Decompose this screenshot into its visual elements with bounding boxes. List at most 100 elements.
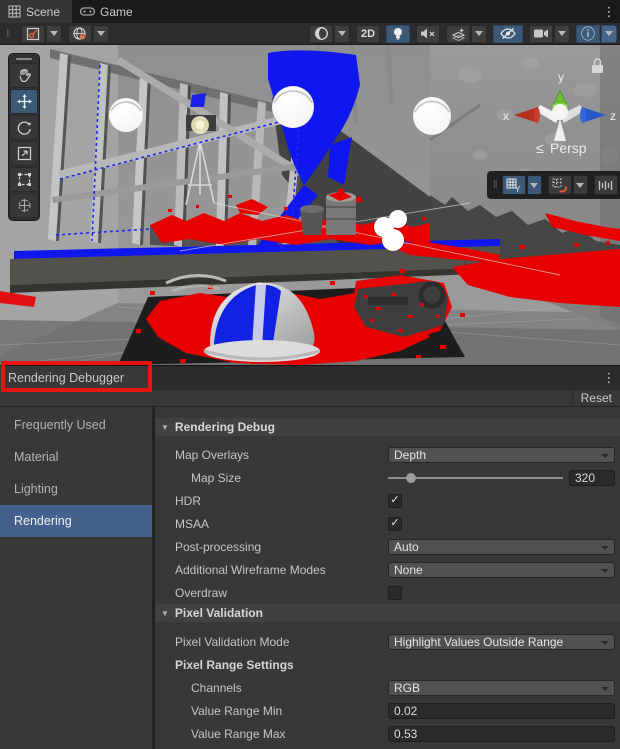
wireframe-modes-dropdown[interactable]: None <box>388 562 615 578</box>
snapbar-drag-handle[interactable]: ‖ <box>493 179 499 191</box>
reset-button[interactable]: Reset <box>572 390 620 407</box>
sidebar-item-material[interactable]: Material <box>0 441 152 473</box>
palette-drag-handle[interactable] <box>16 58 32 60</box>
axis-z-label: z <box>610 109 616 123</box>
world-globe-button[interactable] <box>68 25 92 43</box>
2d-toggle-button[interactable]: 2D <box>356 25 380 43</box>
rotate-tool-button[interactable] <box>10 115 38 140</box>
foldout-icon: ▼ <box>161 423 169 432</box>
hand-icon <box>17 68 32 83</box>
debugger-menu-button[interactable]: ⋮ <box>598 366 620 390</box>
row-value-range-min: Value Range Min 0.02 <box>155 699 620 722</box>
chevron-down-icon <box>475 31 483 36</box>
msaa-checkbox[interactable]: ✓ <box>388 517 402 531</box>
value-range-max-label: Value Range Max <box>155 727 388 741</box>
sidebar-item-lighting[interactable]: Lighting <box>0 473 152 505</box>
scale-icon <box>17 146 32 161</box>
transform-icon <box>17 198 32 213</box>
tab-game-label: Game <box>100 5 133 19</box>
axis-y-label: y <box>558 70 564 84</box>
audio-mute-toggle[interactable] <box>416 25 440 43</box>
camera-settings-dropdown[interactable] <box>554 25 570 43</box>
grid-visibility-dropdown[interactable] <box>527 175 542 195</box>
map-size-label: Map Size <box>155 471 388 485</box>
map-size-field[interactable]: 320 <box>569 470 615 486</box>
hdr-label: HDR <box>155 494 388 508</box>
pixel-validation-mode-label: Pixel Validation Mode <box>155 635 388 649</box>
hand-tool-button[interactable] <box>10 63 38 88</box>
rect-tool-button[interactable] <box>10 167 38 192</box>
map-overlays-dropdown[interactable]: Depth <box>388 447 615 463</box>
hdr-checkbox[interactable]: ✓ <box>388 494 402 508</box>
chevron-down-icon <box>601 546 609 550</box>
map-size-slider[interactable] <box>388 470 563 486</box>
effects-dropdown[interactable] <box>471 25 487 43</box>
view-tabbar: Scene Game ⋮ <box>0 0 620 23</box>
tab-game[interactable]: Game <box>72 0 145 23</box>
row-msaa: MSAA ✓ <box>155 512 620 535</box>
tab-scene[interactable]: Scene <box>0 0 72 23</box>
effects-toggle[interactable] <box>446 25 470 43</box>
persp-label[interactable]: Persp <box>550 140 587 156</box>
render-probe-button[interactable] <box>21 25 45 43</box>
chevron-down-icon <box>576 183 584 188</box>
overdraw-checkbox[interactable] <box>388 586 402 600</box>
value-range-min-label: Value Range Min <box>155 704 388 718</box>
gamepad-icon <box>80 6 95 17</box>
move-tool-button[interactable] <box>10 89 38 114</box>
scene-viewport[interactable]: y x z ≤ Persp <box>0 45 620 365</box>
snap-magnet-icon <box>552 178 567 193</box>
tool-palette <box>8 53 40 221</box>
axis-x-label: x <box>503 109 509 123</box>
transform-tool-button[interactable] <box>10 193 38 218</box>
grid-visibility-button[interactable]: Y <box>502 175 526 195</box>
row-wireframe-modes: Additional Wireframe Modes None <box>155 558 620 581</box>
rendering-debugger-tab[interactable]: Rendering Debugger <box>0 366 150 390</box>
scene-menu-button[interactable]: ⋮ <box>598 0 620 23</box>
sidebar-item-frequently-used[interactable]: Frequently Used <box>0 409 152 441</box>
snap-toggle-button[interactable] <box>548 175 572 195</box>
value-range-min-field[interactable]: 0.02 <box>388 703 615 719</box>
chevron-down-icon <box>50 31 58 36</box>
render-probe-dropdown[interactable] <box>46 25 62 43</box>
scale-tool-button[interactable] <box>10 141 38 166</box>
scene-visibility-info-dropdown[interactable] <box>601 25 617 43</box>
map-overlays-value: Depth <box>394 448 426 462</box>
grid-snap-toolbar: ‖ Y <box>487 171 620 199</box>
value-range-max-field[interactable]: 0.53 <box>388 726 615 742</box>
section-pixel-validation[interactable]: ▼ Pixel Validation <box>155 604 620 622</box>
post-processing-value: Auto <box>394 540 419 554</box>
row-value-range-max: Value Range Max 0.53 <box>155 722 620 745</box>
snap-increment-button[interactable] <box>594 175 618 195</box>
section-title: Rendering Debug <box>175 420 275 434</box>
tabbar-spacer <box>145 0 598 23</box>
channels-label: Channels <box>155 681 388 695</box>
unity-editor: Scene Game ⋮ ‖ <box>0 0 620 749</box>
pixel-validation-mode-dropdown[interactable]: Highlight Values Outside Range <box>388 634 615 650</box>
debugger-toolbar: Reset <box>0 390 620 407</box>
row-hdr: HDR ✓ <box>155 489 620 512</box>
shading-mode-dropdown[interactable] <box>334 25 350 43</box>
toolbar-drag-handle[interactable]: ‖ <box>6 28 12 40</box>
scene-lighting-toggle[interactable] <box>386 25 410 43</box>
rotate-icon <box>17 120 32 135</box>
channels-dropdown[interactable]: RGB <box>388 680 615 696</box>
pixel-validation-mode-value: Highlight Values Outside Range <box>394 635 563 649</box>
channels-value: RGB <box>394 681 420 695</box>
world-globe-dropdown[interactable] <box>93 25 109 43</box>
scene-toolbar: ‖ 2D <box>0 23 620 45</box>
post-processing-dropdown[interactable]: Auto <box>388 539 615 555</box>
chevron-down-icon <box>338 31 346 36</box>
shading-mode-button[interactable] <box>309 25 333 43</box>
scene-visibility-info-button[interactable]: ⓘ <box>576 25 600 43</box>
sidebar-item-rendering[interactable]: Rendering <box>0 505 152 537</box>
snap-toggle-dropdown[interactable] <box>573 175 588 195</box>
section-rendering-debug[interactable]: ▼ Rendering Debug <box>155 418 620 436</box>
hidden-objects-toggle[interactable] <box>493 25 523 43</box>
pixel-range-settings-label: Pixel Range Settings <box>155 658 388 672</box>
row-channels: Channels RGB <box>155 676 620 699</box>
slider-handle[interactable] <box>406 473 416 483</box>
camera-settings-button[interactable] <box>529 25 553 43</box>
msaa-label: MSAA <box>155 517 388 531</box>
row-post-processing: Post-processing Auto <box>155 535 620 558</box>
